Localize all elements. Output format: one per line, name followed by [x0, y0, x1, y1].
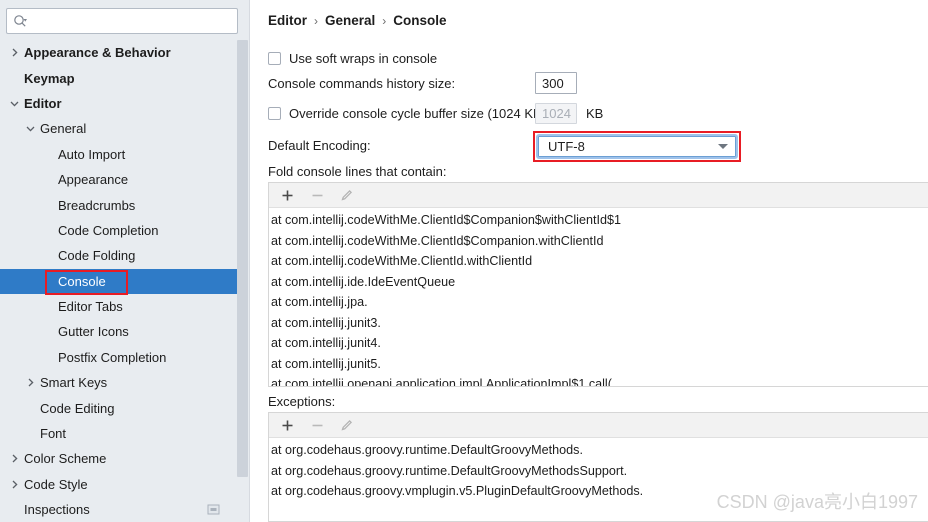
sidebar-item-label: Font: [37, 426, 66, 441]
override-buffer-checkbox[interactable]: [268, 107, 281, 120]
sidebar-item-label: Keymap: [21, 71, 75, 86]
sidebar-item-label: Color Scheme: [21, 451, 106, 466]
settings-sidebar: Appearance & Behavior Keymap Editor General…: [0, 0, 250, 522]
fold-section-label: Fold console lines that contain:: [268, 164, 447, 179]
search-field[interactable]: [6, 8, 238, 34]
settings-content-panel: Editor › General › Console Use soft wraps in…: [250, 0, 928, 522]
settings-tree[interactable]: Appearance & Behavior Keymap Editor General…: [0, 40, 236, 522]
exceptions-list-toolbar: [269, 413, 928, 438]
chevron-right-icon[interactable]: [8, 478, 21, 491]
fold-lines-listbox[interactable]: at com.intellij.codeWithMe.ClientId$Comp…: [268, 182, 928, 387]
history-size-input[interactable]: 300: [535, 72, 577, 94]
chevron-right-icon[interactable]: [8, 46, 21, 59]
sidebar-item-code-completion[interactable]: Code Completion: [0, 218, 236, 243]
watermark: CSDN @java亮小白1997: [717, 488, 918, 514]
override-buffer-label: Override console cycle buffer size (1024…: [281, 106, 546, 121]
sidebar-item-editor-tabs[interactable]: Editor Tabs: [0, 294, 236, 319]
chevron-right-icon[interactable]: [8, 452, 21, 465]
sidebar-item-gutter-icons[interactable]: Gutter Icons: [0, 319, 236, 344]
sidebar-item-label: Editor: [21, 96, 62, 111]
chevron-down-icon[interactable]: [24, 122, 37, 135]
sidebar-item-label: Code Editing: [37, 401, 114, 416]
list-item[interactable]: at org.codehaus.groovy.runtime.DefaultGr…: [269, 440, 928, 461]
sidebar-item-font[interactable]: Font: [0, 421, 236, 446]
sidebar-item-color-scheme[interactable]: Color Scheme: [0, 446, 236, 471]
list-item[interactable]: at com.intellij.junit5.: [269, 354, 928, 375]
soft-wraps-row[interactable]: Use soft wraps in console: [268, 51, 437, 66]
sidebar-item-label: Auto Import: [55, 147, 125, 162]
sidebar-item-code-style[interactable]: Code Style: [0, 472, 236, 497]
sidebar-item-smart-keys[interactable]: Smart Keys: [0, 370, 236, 395]
list-item[interactable]: at com.intellij.openapi.application.impl…: [269, 374, 928, 387]
search-input[interactable]: [28, 14, 237, 28]
default-encoding-row: Default Encoding:: [268, 138, 371, 153]
remove-icon: [309, 187, 325, 203]
sidebar-item-label: Smart Keys: [37, 375, 107, 390]
exceptions-section-label: Exceptions:: [268, 394, 335, 409]
remove-icon: [309, 417, 325, 433]
chevron-down-icon[interactable]: [8, 97, 21, 110]
list-item[interactable]: at com.intellij.junit4.: [269, 333, 928, 354]
fold-list-toolbar: [269, 183, 928, 208]
sidebar-item-general[interactable]: General: [0, 116, 236, 141]
sidebar-item-keymap[interactable]: Keymap: [0, 65, 236, 90]
breadcrumb-item[interactable]: Console: [393, 13, 446, 28]
list-item[interactable]: at com.intellij.jpa.: [269, 292, 928, 313]
sidebar-item-label: Gutter Icons: [55, 324, 129, 339]
sidebar-item-label: Postfix Completion: [55, 350, 166, 365]
sidebar-item-appearance[interactable]: Appearance: [0, 167, 236, 192]
sidebar-item-editor[interactable]: Editor: [0, 91, 236, 116]
chevron-down-icon: [718, 144, 728, 149]
sidebar-item-label: Breadcrumbs: [55, 198, 135, 213]
breadcrumb-separator: ›: [314, 14, 318, 28]
fold-list-items[interactable]: at com.intellij.codeWithMe.ClientId$Comp…: [269, 208, 928, 387]
sidebar-item-label: Code Completion: [55, 223, 158, 238]
sidebar-item-console[interactable]: Console: [0, 269, 248, 294]
soft-wraps-label: Use soft wraps in console: [281, 51, 437, 66]
default-encoding-label: Default Encoding:: [268, 138, 371, 153]
sidebar-item-inspections[interactable]: Inspections: [0, 497, 236, 522]
soft-wraps-checkbox[interactable]: [268, 52, 281, 65]
breadcrumb: Editor › General › Console: [268, 13, 447, 28]
sidebar-item-label: Appearance & Behavior: [21, 45, 171, 60]
list-item[interactable]: at com.intellij.codeWithMe.ClientId$Comp…: [269, 210, 928, 231]
sidebar-scrollbar-thumb[interactable]: [237, 40, 248, 477]
sidebar-item-code-folding[interactable]: Code Folding: [0, 243, 236, 268]
override-buffer-unit-label: KB: [586, 106, 603, 121]
override-buffer-input: 1024: [535, 103, 577, 124]
list-item[interactable]: at com.intellij.junit3.: [269, 313, 928, 334]
default-encoding-value: UTF-8: [548, 139, 585, 154]
sidebar-item-label: Code Folding: [55, 248, 135, 263]
sidebar-item-postfix-completion[interactable]: Postfix Completion: [0, 345, 236, 370]
add-icon[interactable]: [279, 417, 295, 433]
breadcrumb-item[interactable]: General: [325, 13, 375, 28]
sidebar-item-label: Inspections: [21, 502, 90, 517]
list-item[interactable]: at com.intellij.codeWithMe.ClientId.with…: [269, 251, 928, 272]
breadcrumb-item[interactable]: Editor: [268, 13, 307, 28]
sidebar-item-breadcrumbs[interactable]: Breadcrumbs: [0, 192, 236, 217]
list-item[interactable]: at com.intellij.ide.IdeEventQueue: [269, 272, 928, 293]
sidebar-item-auto-import[interactable]: Auto Import: [0, 142, 236, 167]
sidebar-item-appearance-behavior[interactable]: Appearance & Behavior: [0, 40, 236, 65]
search-icon: [13, 14, 28, 29]
override-buffer-row[interactable]: Override console cycle buffer size (1024…: [268, 106, 546, 121]
list-item[interactable]: at org.codehaus.groovy.runtime.DefaultGr…: [269, 461, 928, 482]
settings-square-icon: [207, 503, 220, 516]
sidebar-scrollbar[interactable]: [237, 40, 248, 516]
sidebar-item-label: General: [37, 121, 86, 136]
default-encoding-select[interactable]: UTF-8: [538, 136, 736, 157]
sidebar-item-label: Code Style: [21, 477, 88, 492]
pencil-icon: [339, 417, 355, 433]
sidebar-item-code-editing[interactable]: Code Editing: [0, 395, 236, 420]
settings-dialog: Appearance & Behavior Keymap Editor General…: [0, 0, 928, 522]
add-icon[interactable]: [279, 187, 295, 203]
chevron-right-icon[interactable]: [24, 376, 37, 389]
sidebar-item-label: Editor Tabs: [55, 299, 123, 314]
sidebar-item-label: Appearance: [55, 172, 128, 187]
list-item[interactable]: at com.intellij.codeWithMe.ClientId$Comp…: [269, 231, 928, 252]
sidebar-item-label: Console: [55, 274, 106, 289]
pencil-icon: [339, 187, 355, 203]
breadcrumb-separator: ›: [382, 14, 386, 28]
history-size-label: Console commands history size:: [268, 76, 455, 91]
